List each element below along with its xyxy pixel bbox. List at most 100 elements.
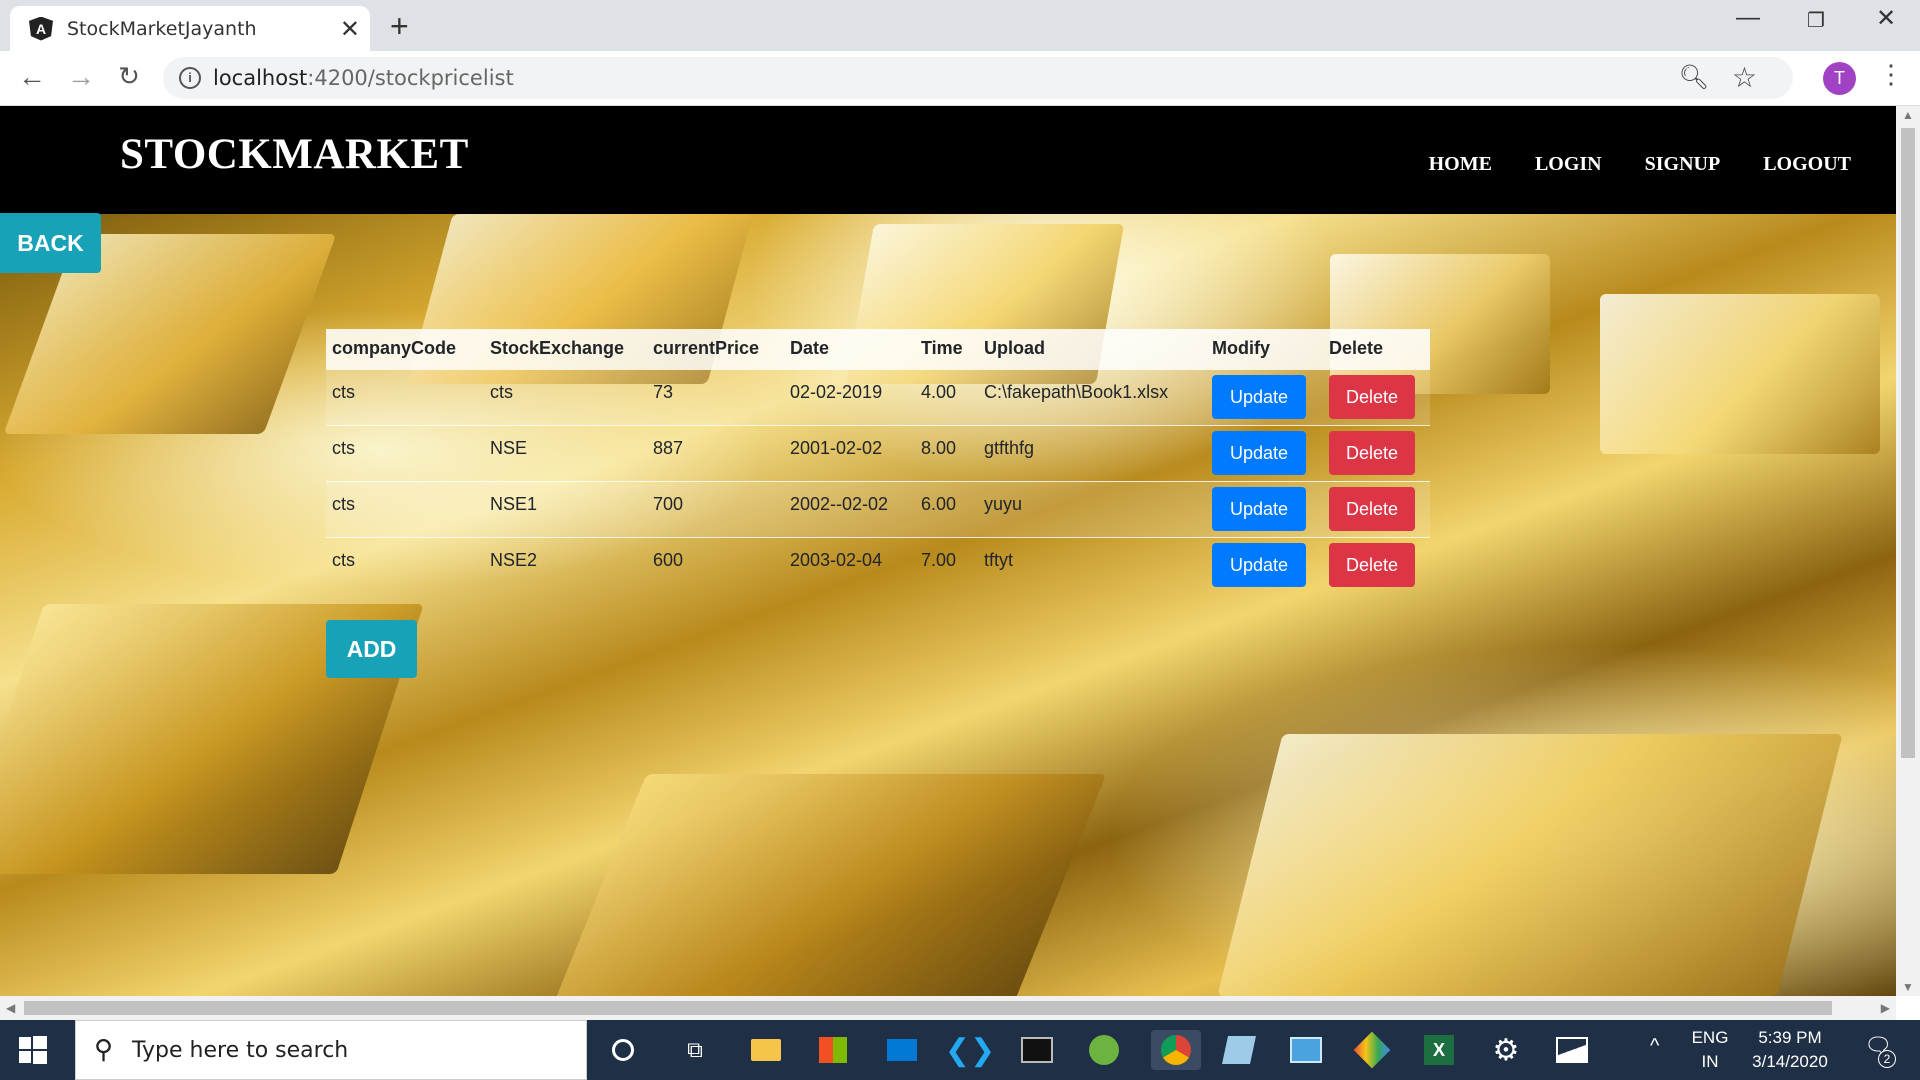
gold-bar-shape	[1600, 294, 1880, 454]
chrome-icon[interactable]	[1151, 1030, 1201, 1070]
browser-toolbar: ← → ↻ i localhost:4200/stockpricelist 🔍︎…	[0, 51, 1920, 106]
cell-stock-exchange: NSE1	[484, 480, 647, 537]
cell-time: 7.00	[915, 536, 978, 593]
header-modify: Modify	[1212, 338, 1270, 359]
nav-login[interactable]: LOGIN	[1535, 153, 1602, 176]
cell-upload: tftyt	[978, 536, 1206, 593]
window-close-icon[interactable]: ✕	[1866, 4, 1906, 33]
cell-time: 6.00	[915, 480, 978, 537]
windows-start-icon[interactable]	[18, 1035, 48, 1065]
add-button[interactable]: ADD	[326, 620, 417, 678]
site-header: STOCKMARKET HOME LOGIN SIGNUP LOGOUT	[0, 106, 1896, 214]
stock-price-table: companyCode StockExchange currentPrice D…	[326, 329, 1430, 593]
delete-button[interactable]: Delete	[1329, 487, 1415, 531]
page-viewport: STOCKMARKET HOME LOGIN SIGNUP LOGOUT BAC…	[0, 106, 1896, 996]
header-time: Time	[921, 338, 963, 359]
mail-icon[interactable]	[882, 1030, 922, 1070]
browser-menu-icon[interactable]: ⋮	[1878, 59, 1904, 90]
header-date: Date	[790, 338, 830, 359]
clock[interactable]: 5:39 PM 3/14/2020	[1740, 1026, 1840, 1074]
cell-stock-exchange: NSE2	[484, 536, 647, 593]
scroll-up-icon[interactable]: ▲	[1902, 108, 1914, 122]
language-indicator[interactable]: ENG IN	[1690, 1026, 1730, 1074]
bookmark-star-icon[interactable]: ☆	[1732, 61, 1757, 94]
cell-date: 02-02-2019	[784, 368, 915, 425]
update-button[interactable]: Update	[1212, 543, 1306, 588]
url-path: :4200/stockpricelist	[307, 66, 514, 90]
cortana-icon[interactable]	[603, 1030, 643, 1070]
header-delete: Delete	[1329, 338, 1384, 359]
cell-modify: Update	[1206, 480, 1323, 537]
restore-icon[interactable]: ❐	[1796, 8, 1836, 33]
cell-upload: C:\fakepath\Book1.xlsx	[978, 368, 1206, 425]
site-brand[interactable]: STOCKMARKET	[120, 130, 469, 179]
excel-icon[interactable]: X	[1419, 1030, 1459, 1070]
cell-modify: Update	[1206, 424, 1323, 481]
nav-signup[interactable]: SIGNUP	[1645, 153, 1721, 176]
delete-button[interactable]: Delete	[1329, 431, 1415, 475]
settings-gear-icon[interactable]: ⚙	[1486, 1030, 1526, 1070]
tray-expand-icon[interactable]: ^	[1650, 1034, 1659, 1058]
vertical-scrollbar[interactable]: ▲ ▼	[1896, 106, 1920, 996]
spring-tool-icon[interactable]	[1084, 1030, 1124, 1070]
cell-delete: Delete	[1323, 536, 1430, 593]
region-code: IN	[1701, 1052, 1719, 1071]
taskbar-search[interactable]: ⚲ Type here to search	[75, 1020, 587, 1080]
search-icon: ⚲	[94, 1034, 114, 1064]
horizontal-scrollbar[interactable]: ◀ ▶	[0, 996, 1896, 1020]
vscode-icon[interactable]: ❮❯	[945, 1030, 995, 1070]
notification-center-icon[interactable]: 🗨︎ 2	[1858, 1034, 1898, 1068]
tab-close-icon[interactable]: ✕	[340, 15, 360, 44]
table-row: cts NSE1 700 2002--02-02 6.00 yuyu Updat…	[326, 480, 1430, 537]
cell-company-code: cts	[326, 368, 484, 425]
browser-tab[interactable]: A StockMarketJayanth ✕	[10, 6, 370, 51]
header-upload: Upload	[984, 338, 1045, 359]
forward-arrow-icon[interactable]: →	[61, 61, 101, 93]
notepad-icon[interactable]	[1219, 1030, 1259, 1070]
site-info-icon[interactable]: i	[179, 67, 201, 89]
remote-desktop-icon[interactable]	[1286, 1030, 1326, 1070]
header-company-code: companyCode	[332, 338, 457, 359]
cell-time: 8.00	[915, 424, 978, 481]
update-button[interactable]: Update	[1212, 375, 1306, 419]
scroll-left-icon[interactable]: ◀	[6, 1001, 15, 1015]
profile-avatar[interactable]: T	[1823, 62, 1856, 95]
nav-logout[interactable]: LOGOUT	[1763, 153, 1851, 176]
table-header-row: companyCode StockExchange currentPrice D…	[326, 329, 1430, 369]
vertical-scroll-thumb[interactable]	[1901, 128, 1915, 758]
cell-company-code: cts	[326, 536, 484, 593]
stock-price-table-container: companyCode StockExchange currentPrice D…	[326, 329, 1430, 593]
horizontal-scroll-thumb[interactable]	[24, 1001, 1832, 1015]
delete-button[interactable]: Delete	[1329, 375, 1415, 419]
gold-bar-shape	[553, 774, 1107, 996]
address-bar[interactable]: i localhost:4200/stockpricelist 🔍︎ ☆	[163, 57, 1793, 99]
back-arrow-icon[interactable]: ←	[12, 61, 52, 93]
cell-stock-exchange: NSE	[484, 424, 647, 481]
scroll-right-icon[interactable]: ▶	[1881, 1001, 1890, 1015]
update-button[interactable]: Update	[1212, 431, 1306, 475]
cell-date: 2001-02-02	[784, 424, 915, 481]
windows-taskbar: ⚲ Type here to search ⧉ ❮❯ X ⚙ ^ ENG IN …	[0, 1020, 1920, 1080]
url-text: localhost:4200/stockpricelist	[213, 66, 514, 90]
git-icon[interactable]	[1352, 1030, 1392, 1070]
terminal-icon[interactable]	[1017, 1030, 1057, 1070]
delete-button[interactable]: Delete	[1329, 543, 1415, 588]
cell-delete: Delete	[1323, 368, 1430, 425]
cell-modify: Update	[1206, 368, 1323, 425]
store-icon[interactable]	[813, 1030, 853, 1070]
update-button[interactable]: Update	[1212, 487, 1306, 531]
photos-icon[interactable]	[1552, 1030, 1592, 1070]
cell-company-code: cts	[326, 480, 484, 537]
task-view-icon[interactable]: ⧉	[675, 1030, 715, 1070]
nav-home[interactable]: HOME	[1429, 153, 1492, 176]
file-explorer-icon[interactable]	[746, 1030, 786, 1070]
scroll-down-icon[interactable]: ▼	[1902, 980, 1914, 994]
favicon-letter: A	[35, 20, 47, 37]
reload-icon[interactable]: ↻	[109, 61, 149, 92]
back-button[interactable]: BACK	[0, 213, 101, 273]
url-host: localhost	[213, 66, 308, 90]
zoom-icon[interactable]: 🔍︎	[1679, 63, 1709, 92]
new-tab-icon[interactable]: +	[390, 8, 409, 45]
clock-time: 5:39 PM	[1758, 1028, 1822, 1047]
minimize-icon[interactable]: —	[1728, 4, 1768, 32]
